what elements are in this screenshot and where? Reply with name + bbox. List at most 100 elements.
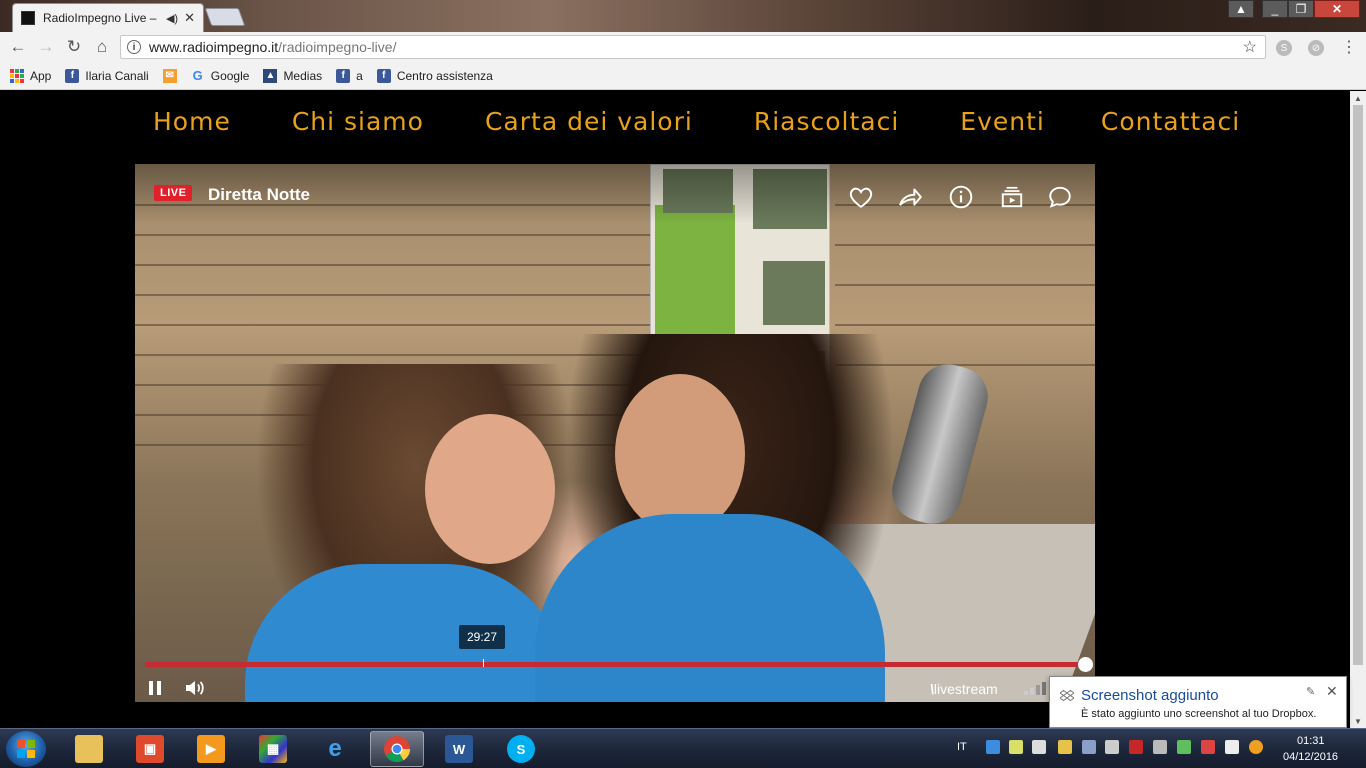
- folder-icon: [75, 735, 103, 763]
- close-tab-icon[interactable]: ✕: [184, 10, 195, 26]
- dropbox-notification[interactable]: Screenshot aggiunto È stato aggiunto uno…: [1049, 676, 1347, 728]
- live-badge: LIVE: [154, 185, 193, 201]
- nav-contattaci[interactable]: Contattaci: [1101, 107, 1240, 136]
- taskbar-skype[interactable]: S: [494, 731, 548, 767]
- page-scrollbar[interactable]: ▲ ▼: [1350, 91, 1366, 728]
- windows-logo-icon: [17, 740, 35, 758]
- pin-icon[interactable]: ✎: [1306, 685, 1315, 698]
- site-favicon: [21, 11, 35, 25]
- taskbar-media-player[interactable]: ▶: [184, 731, 238, 767]
- site-info-icon[interactable]: i: [127, 40, 141, 54]
- minimize-button[interactable]: _: [1262, 0, 1288, 18]
- seek-handle[interactable]: [1078, 657, 1093, 672]
- bookmark-label: a: [356, 68, 363, 83]
- notification-body: È stato aggiunto uno screenshot al tuo D…: [1081, 708, 1317, 720]
- chrome-icon: [384, 736, 411, 763]
- google-icon: G: [192, 68, 203, 83]
- tray-power-icon[interactable]: [1201, 740, 1215, 754]
- volume-icon[interactable]: [184, 678, 206, 698]
- clock-date[interactable]: 04/12/2016: [1283, 751, 1338, 763]
- bookmark-mail[interactable]: ✉: [162, 68, 183, 83]
- tray-network-device-icon[interactable]: [1082, 740, 1096, 754]
- bookmark-google[interactable]: G Google: [191, 68, 250, 83]
- taskbar-chrome[interactable]: [370, 731, 424, 767]
- dropbox-icon: [1060, 689, 1074, 702]
- heart-icon[interactable]: [848, 184, 874, 210]
- bookmark-a[interactable]: f a: [336, 68, 363, 83]
- maximize-button[interactable]: ❐: [1288, 0, 1314, 18]
- nav-home[interactable]: Home: [153, 107, 231, 136]
- tray-battery-icon[interactable]: [1177, 740, 1191, 754]
- site-nav: Home Chi siamo Carta dei valori Riascolt…: [153, 107, 1240, 136]
- seek-bar[interactable]: [145, 657, 1093, 672]
- tray-app-icon[interactable]: [1009, 740, 1023, 754]
- reload-icon[interactable]: ↻: [63, 36, 85, 58]
- bookmark-apps[interactable]: App: [10, 68, 52, 83]
- tray-volume-icon[interactable]: [1105, 740, 1119, 754]
- bookmarks-bar: App f Ilaria Canali ✉ G Google ▲ Medias …: [0, 62, 1366, 90]
- start-button[interactable]: [6, 731, 46, 767]
- tray-updates-icon[interactable]: [1058, 740, 1072, 754]
- nav-eventi[interactable]: Eventi: [960, 107, 1045, 136]
- home-icon[interactable]: ⌂: [91, 36, 113, 58]
- profile-button[interactable]: ▲: [1228, 0, 1254, 18]
- new-tab-button[interactable]: [204, 8, 246, 26]
- taskbar-app-grid[interactable]: ▦: [246, 731, 300, 767]
- language-indicator[interactable]: IT: [957, 741, 967, 753]
- nav-riascoltaci[interactable]: Riascoltaci: [754, 107, 899, 136]
- tab-title: RadioImpegno Live –: [43, 11, 157, 25]
- share-icon[interactable]: [897, 184, 923, 210]
- blocker-extension-icon[interactable]: ⊘: [1308, 40, 1324, 56]
- medias-icon: ▲: [263, 68, 278, 83]
- window-titlebar: RadioImpegno Live – ◀︎) ✕ ▲ _ ❐ ✕: [0, 0, 1366, 32]
- taskbar-word[interactable]: W: [432, 731, 486, 767]
- video-player[interactable]: LIVE Diretta Notte 29:27 \livestream: [135, 164, 1095, 702]
- browser-tab[interactable]: RadioImpegno Live – ◀︎) ✕: [12, 3, 204, 32]
- scrollbar-thumb[interactable]: [1353, 105, 1363, 665]
- bookmark-label: Ilaria Canali: [85, 68, 149, 83]
- audio-playing-icon[interactable]: ◀︎): [166, 12, 178, 25]
- tray-flag-icon[interactable]: [1032, 740, 1046, 754]
- seek-hover-marker: [483, 659, 484, 667]
- forward-icon[interactable]: →: [35, 36, 57, 58]
- address-bar[interactable]: i www.radioimpegno.it/radioimpegno-live/…: [120, 35, 1266, 59]
- facebook-icon: f: [376, 68, 391, 83]
- tray-dropbox-icon[interactable]: [986, 740, 1000, 754]
- taskbar-media-app[interactable]: ▣: [123, 731, 177, 767]
- tray-acrobat-icon[interactable]: [1129, 740, 1143, 754]
- menu-icon[interactable]: ⋮: [1338, 36, 1360, 58]
- taskbar-internet-explorer[interactable]: e: [308, 731, 362, 767]
- bookmark-centro-assistenza[interactable]: f Centro assistenza: [376, 68, 493, 83]
- back-icon[interactable]: ←: [7, 36, 29, 58]
- playlist-icon[interactable]: [999, 184, 1025, 210]
- nav-carta-dei-valori[interactable]: Carta dei valori: [485, 107, 693, 136]
- chat-icon[interactable]: [1047, 184, 1073, 210]
- nav-chi-siamo[interactable]: Chi siamo: [292, 107, 424, 136]
- close-notification-icon[interactable]: ✕: [1326, 683, 1338, 700]
- clock-time[interactable]: 01:31: [1297, 735, 1325, 747]
- seek-time-tooltip: 29:27: [459, 625, 506, 649]
- bookmark-star-icon[interactable]: ☆: [1243, 37, 1257, 57]
- url-host: www.radioimpegno.it: [149, 39, 279, 55]
- bookmark-ilaria-canali[interactable]: f Ilaria Canali: [65, 68, 149, 83]
- tray-signal-icon[interactable]: [1225, 740, 1239, 754]
- skype-extension-icon[interactable]: S: [1276, 40, 1292, 56]
- taskbar-explorer[interactable]: [62, 731, 116, 767]
- url-text[interactable]: www.radioimpegno.it/radioimpegno-live/: [149, 39, 1243, 55]
- info-icon[interactable]: [948, 184, 974, 210]
- grid-app-icon: ▦: [259, 735, 287, 763]
- bookmark-medias[interactable]: ▲ Medias: [263, 68, 322, 83]
- livestream-logo: \livestream: [930, 681, 998, 697]
- stream-title: Diretta Notte: [208, 185, 311, 204]
- word-icon: W: [445, 735, 473, 763]
- livestream-brand-text: livestream: [933, 681, 998, 697]
- scroll-up-icon[interactable]: ▲: [1350, 91, 1366, 105]
- tray-display-icon[interactable]: [1153, 740, 1167, 754]
- scroll-down-icon[interactable]: ▼: [1350, 714, 1366, 728]
- quality-bars-icon[interactable]: [1023, 682, 1049, 696]
- apps-grid-icon: [10, 68, 24, 83]
- pause-icon[interactable]: [147, 678, 163, 698]
- close-window-button[interactable]: ✕: [1314, 0, 1360, 18]
- bookmark-label: App: [30, 68, 52, 83]
- tray-orange-app-icon[interactable]: [1249, 740, 1263, 754]
